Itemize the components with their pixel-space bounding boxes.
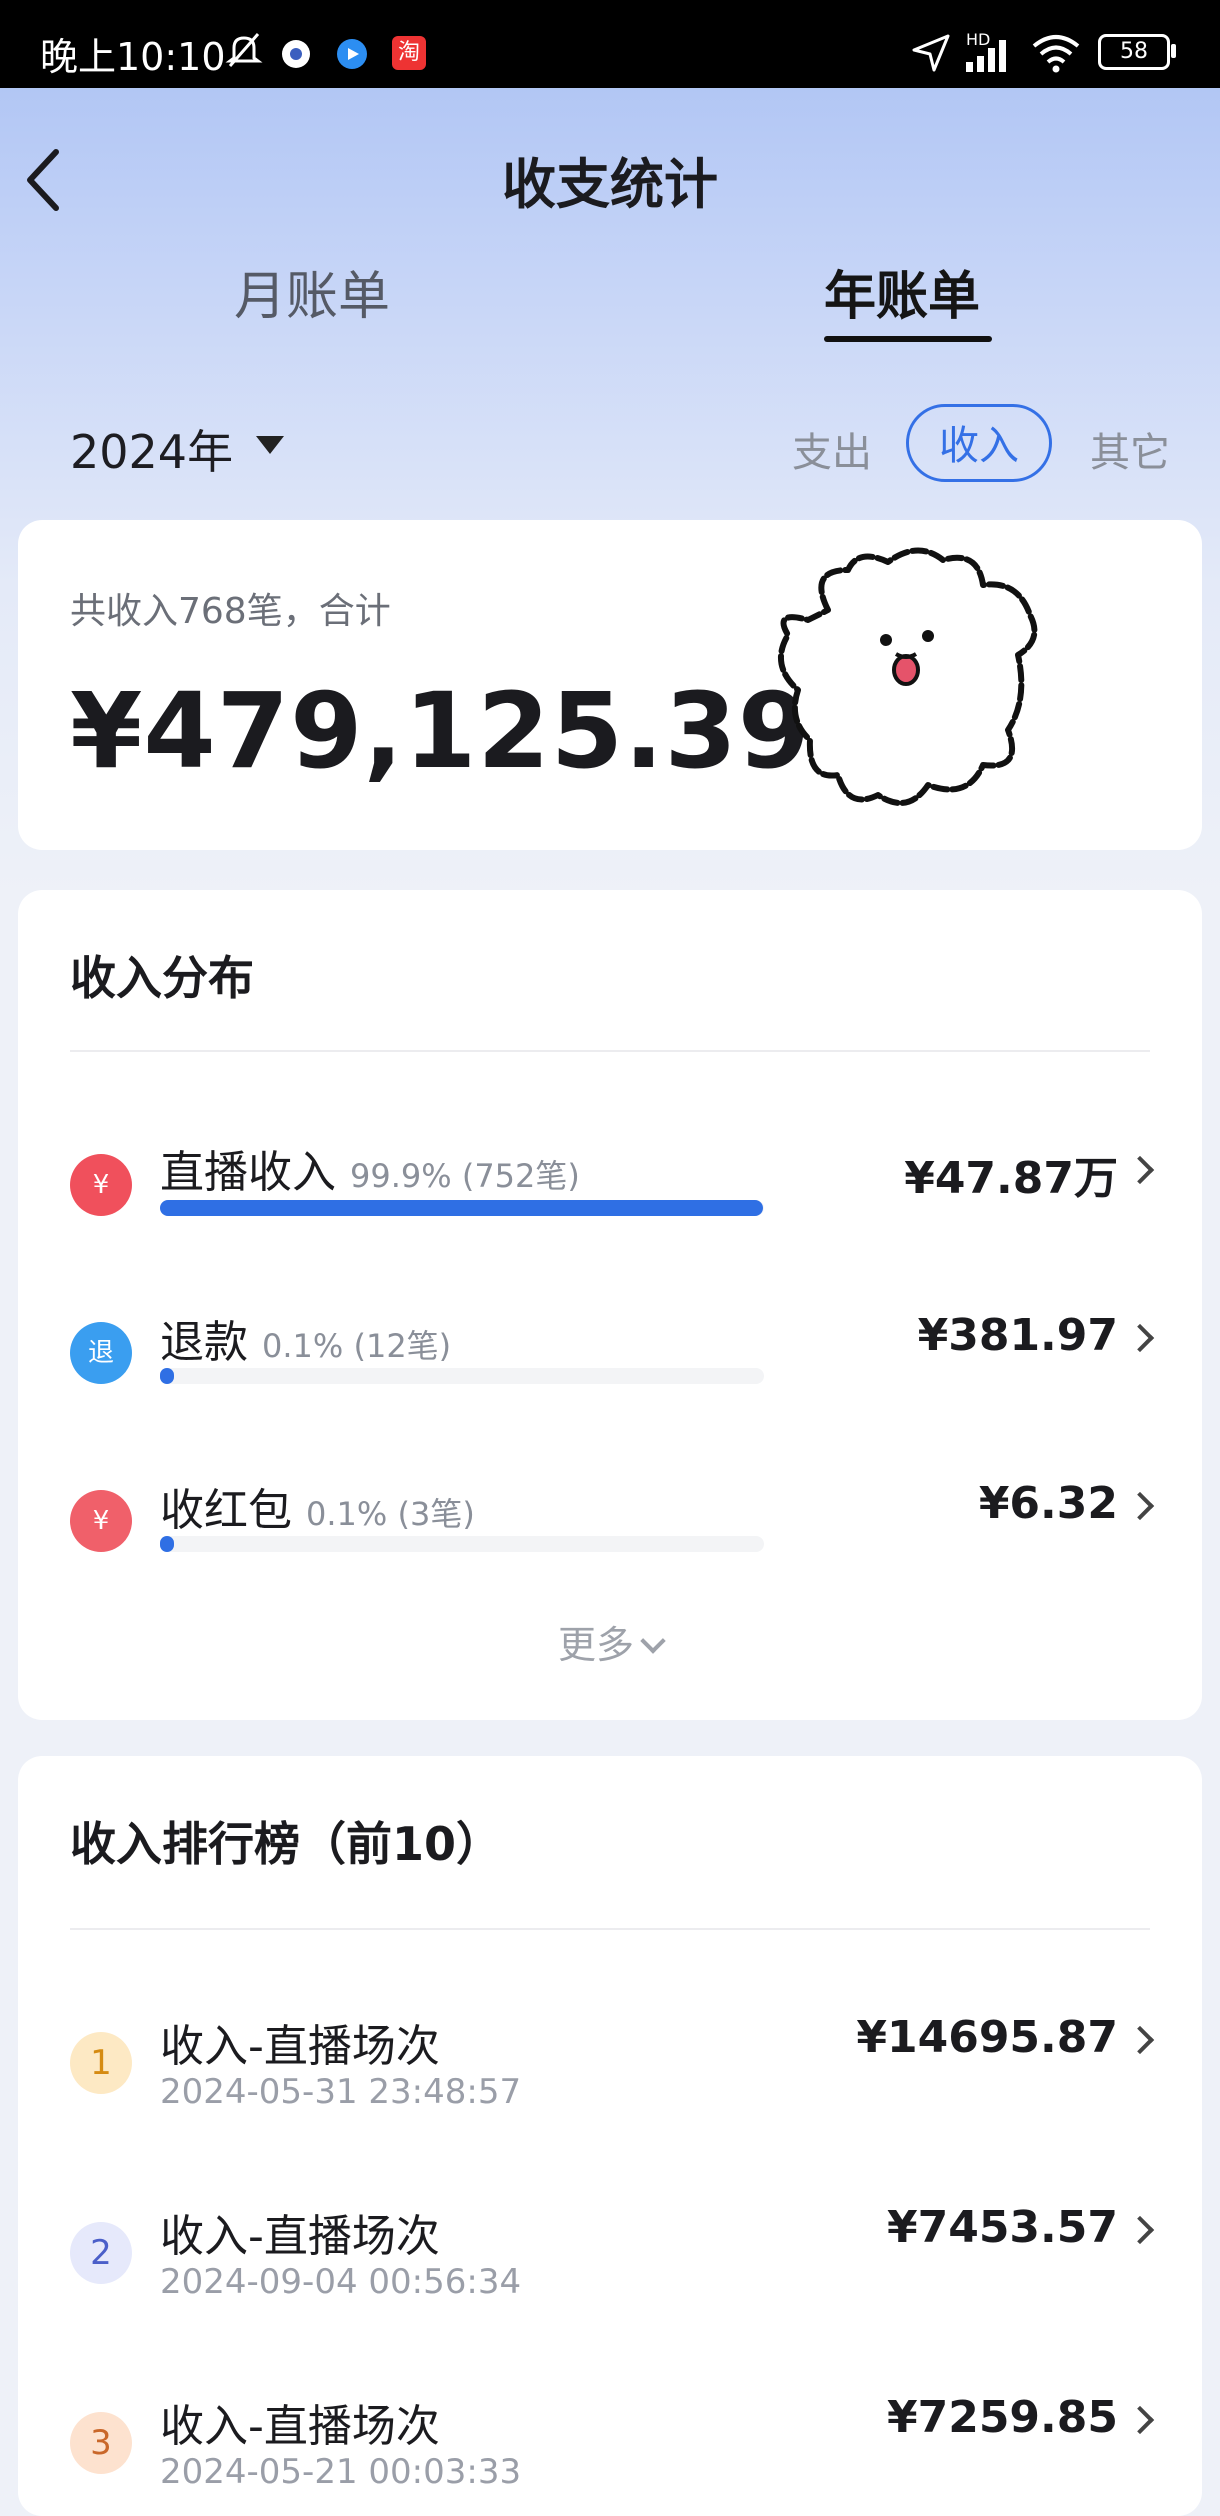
distribution-title: 收入分布 <box>70 951 254 1005</box>
divider <box>70 1928 1150 1930</box>
distribution-item-label: 退款 0.1% (12笔) <box>160 1317 452 1368</box>
chevron-right-icon <box>1125 1491 1155 1521</box>
summary-card: 共收入768笔，合计 ¥479,125.39 <box>18 520 1202 850</box>
signal-icon <box>966 40 1006 72</box>
rank-badge: 3 <box>70 2412 132 2474</box>
more-button[interactable]: 更多 <box>18 1614 1202 1669</box>
circle-app-icon <box>282 40 310 68</box>
year-selector[interactable]: 2024年 <box>70 416 233 482</box>
wifi-icon <box>1032 35 1080 73</box>
distribution-item-amount: ¥6.32 <box>978 1478 1118 1529</box>
ranking-title: 收入排行榜（前10） <box>70 1817 503 1871</box>
divider <box>70 1050 1150 1052</box>
active-tab-indicator <box>824 336 992 342</box>
ranking-item-amount: ¥7453.57 <box>886 2202 1118 2253</box>
ranking-item-time: 2024-05-21 00:03:33 <box>160 2452 522 2492</box>
tab-month-bill[interactable]: 月账单 <box>234 254 390 329</box>
distribution-bar-fill <box>160 1536 174 1552</box>
distribution-item-amount: ¥381.97 <box>917 1310 1118 1361</box>
summary-label: 共收入768笔，合计 <box>70 591 391 632</box>
chevron-right-icon <box>1125 2215 1155 2245</box>
page-title: 收支统计 <box>502 153 718 216</box>
filter-income[interactable]: 收入 <box>906 404 1052 482</box>
total-income-amount: ¥479,125.39 <box>70 670 812 792</box>
distribution-bar <box>160 1200 764 1216</box>
refund-icon: 退 <box>70 1322 132 1384</box>
bear-sticker-icon <box>778 547 1038 806</box>
distribution-item-label: 收红包 0.1% (3笔) <box>160 1485 475 1536</box>
ranking-item-time: 2024-09-04 00:56:34 <box>160 2262 522 2302</box>
filter-other[interactable]: 其它 <box>1090 420 1170 478</box>
distribution-item-amount: ¥47.87万 <box>904 1153 1118 1204</box>
chevron-right-icon <box>1125 2405 1155 2435</box>
status-bar: 晚上10:10 淘 HD 58 <box>0 0 1220 88</box>
income-ranking-card: 收入排行榜（前10） 1 收入-直播场次 2024-05-31 23:48:57… <box>18 1756 1202 2516</box>
distribution-bar-fill <box>160 1368 174 1384</box>
distribution-bar <box>160 1368 764 1384</box>
ranking-item-name: 收入-直播场次 <box>160 2021 440 2072</box>
rank-badge: 1 <box>70 2032 132 2094</box>
distribution-bar-fill <box>160 1200 764 1216</box>
play-app-icon <box>337 39 367 69</box>
battery-tip <box>1171 44 1176 58</box>
chevron-right-icon <box>1125 1323 1155 1353</box>
chevron-right-icon <box>1125 2025 1155 2055</box>
chevron-down-icon <box>640 1628 666 1654</box>
ranking-item-amount: ¥7259.85 <box>886 2392 1118 2443</box>
distribution-item-label: 直播收入 99.9% (752笔) <box>160 1147 580 1198</box>
live-income-icon: ¥ <box>70 1154 132 1216</box>
mute-bell-icon <box>225 33 263 67</box>
rank-badge: 2 <box>70 2222 132 2284</box>
battery-indicator: 58 <box>1098 34 1170 70</box>
tab-year-bill[interactable]: 年账单 <box>824 254 980 329</box>
chevron-right-icon <box>1125 1155 1155 1185</box>
caret-down-icon[interactable] <box>256 436 284 454</box>
ranking-item-amount: ¥14695.87 <box>856 2012 1118 2063</box>
taobao-app-icon: 淘 <box>392 36 426 70</box>
location-arrow-icon <box>912 34 950 72</box>
ranking-item-name: 收入-直播场次 <box>160 2401 440 2452</box>
status-time: 晚上10:10 <box>40 35 226 79</box>
ranking-item-time: 2024-05-31 23:48:57 <box>160 2072 522 2112</box>
income-distribution-card: 收入分布 ¥ 直播收入 99.9% (752笔) ¥47.87万 退 退款 0.1%… <box>18 890 1202 1720</box>
distribution-bar <box>160 1536 764 1552</box>
filter-expense[interactable]: 支出 <box>792 420 872 478</box>
red-packet-icon: ¥ <box>70 1490 132 1552</box>
ranking-item-name: 收入-直播场次 <box>160 2211 440 2262</box>
